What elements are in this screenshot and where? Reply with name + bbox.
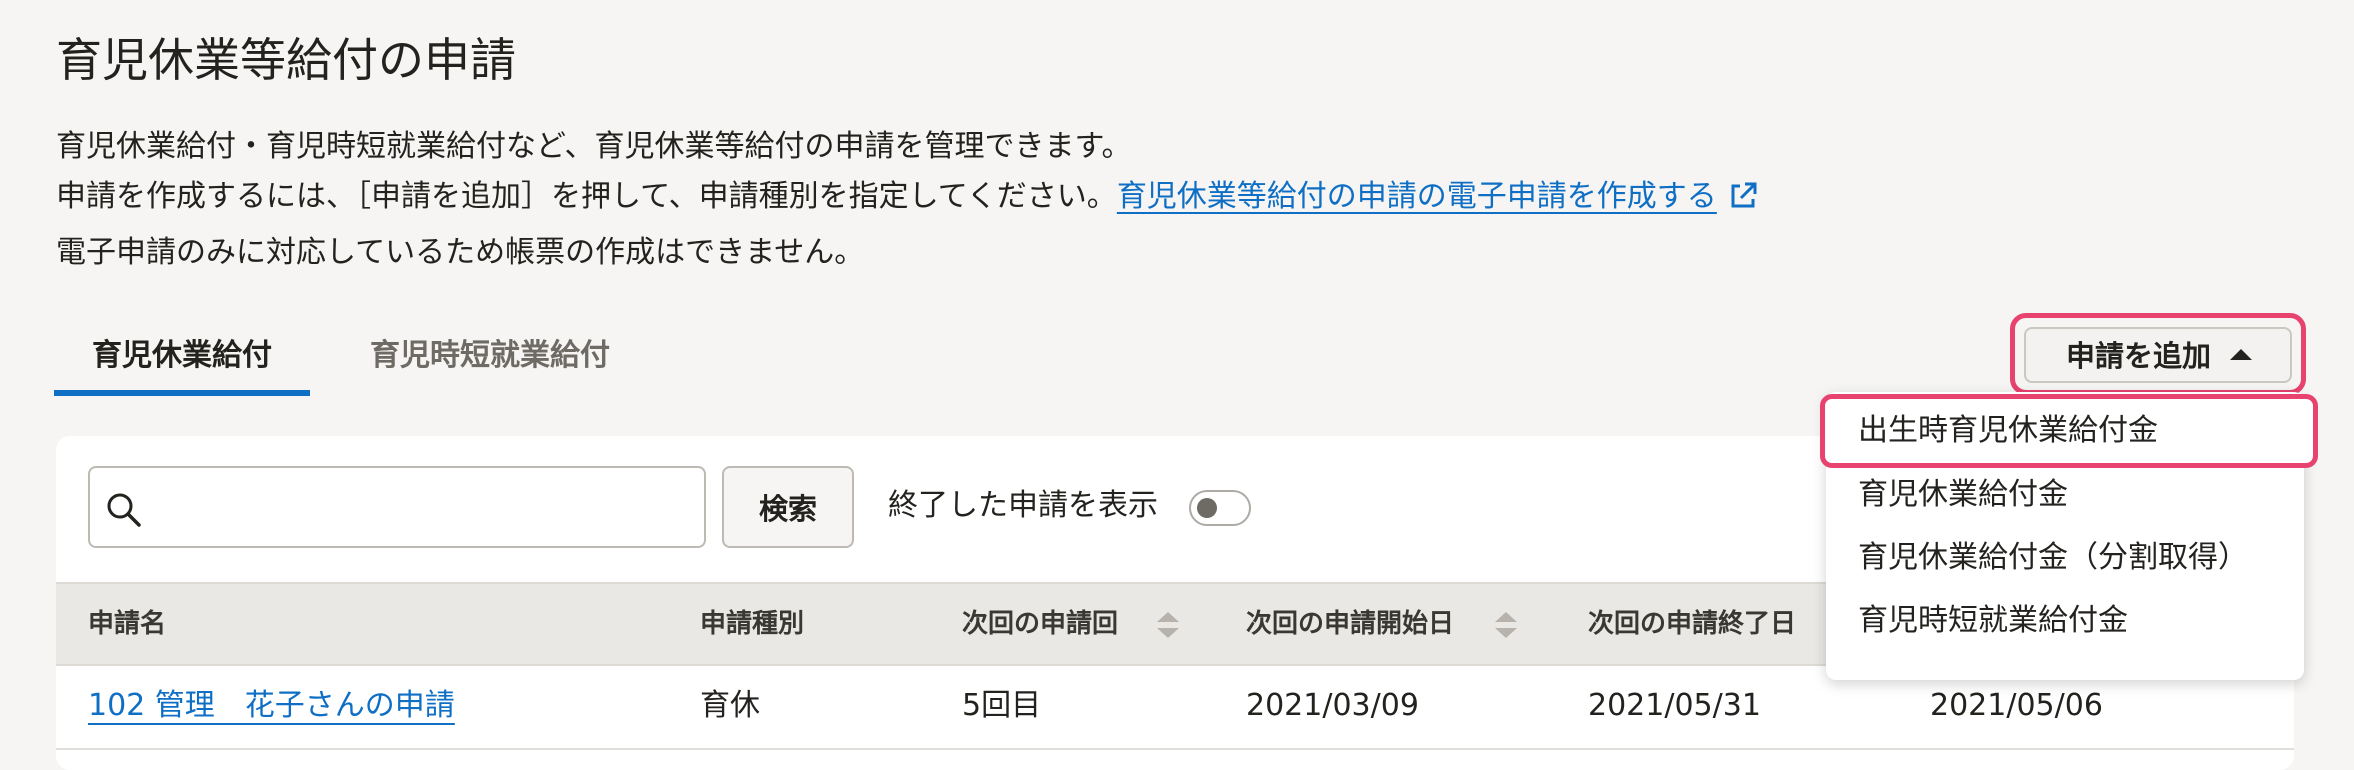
description-line-2-text: 申請を作成するには、［申請を追加］を押して、申請種別を指定してください。 — [56, 179, 1117, 214]
next-start-date: 2021/03/09 — [1246, 688, 1419, 723]
electronic-application-link-label: 育児休業等給付の申請の電子申請を作成する — [1116, 179, 1717, 214]
application-name-link[interactable]: 102 管理 花子さんの申請 — [88, 666, 455, 746]
add-application-menu: 出生時育児休業給付金 育児休業給付金 育児休業給付金（分割取得） 育児時短就業給… — [1820, 392, 2318, 680]
show-finished-label: 終了した申請を表示 — [888, 488, 1158, 523]
description-line-1: 育児休業給付・育児時短就業給付など、育児休業等給付の申請を管理できます。 — [56, 129, 1132, 164]
toggle-knob — [1197, 498, 1217, 518]
electronic-application-link[interactable]: 育児休業等給付の申請の電子申請を作成する — [1117, 179, 1717, 214]
sort-icon[interactable] — [1157, 612, 1179, 638]
description-line-2: 申請を作成するには、［申請を追加］を押して、申請種別を指定してください。育児休業… — [56, 172, 1759, 228]
menu-item-childcare-leave-benefit[interactable]: 育児休業給付金 — [1858, 464, 2068, 526]
column-header-next-round[interactable]: 次回の申請回 — [962, 584, 1118, 664]
search-field[interactable] — [88, 466, 706, 548]
search-button[interactable]: 検索 — [722, 466, 854, 548]
column-header-type: 申請種別 — [700, 609, 805, 639]
sort-icon[interactable] — [1495, 612, 1517, 638]
page-description: 育児休業給付・育児時短就業給付など、育児休業等給付の申請を管理できます。 申請を… — [56, 122, 1759, 278]
add-application-label: 申請を追加 — [2066, 339, 2212, 373]
search-icon — [106, 492, 142, 532]
add-application-button[interactable]: 申請を追加 — [2024, 327, 2292, 383]
search-input[interactable] — [156, 478, 690, 538]
tab-childcare-leave-benefit[interactable]: 育児休業給付 — [54, 324, 310, 396]
show-finished-toggle[interactable] — [1189, 490, 1251, 526]
column-header-next-end[interactable]: 次回の申請終了日 — [1588, 584, 1796, 664]
caret-up-icon — [2230, 349, 2252, 360]
column-header-next-start[interactable]: 次回の申請開始日 — [1246, 584, 1454, 664]
next-round: 5回目 — [962, 688, 1042, 723]
next-end-date: 2021/05/31 — [1588, 688, 1761, 723]
menu-item-birth-childcare-leave-benefit[interactable]: 出生時育児休業給付金 — [1858, 400, 2158, 462]
menu-item-childcare-leave-benefit-split[interactable]: 育児休業給付金（分割取得） — [1858, 527, 2248, 589]
menu-item-childcare-shortened-work-benefit[interactable]: 育児時短就業給付金 — [1858, 590, 2128, 652]
tab-childcare-shortened-work-benefit[interactable]: 育児時短就業給付 — [340, 324, 640, 396]
column-header-name: 申請名 — [88, 609, 167, 639]
description-line-3: 電子申請のみに対応しているため帳票の作成はできません。 — [56, 235, 865, 270]
external-link-icon[interactable] — [1727, 178, 1759, 228]
add-button-highlight: 申請を追加 — [2010, 313, 2306, 395]
application-type: 育休 — [700, 688, 760, 723]
page-title: 育児休業等給付の申請 — [56, 33, 516, 87]
